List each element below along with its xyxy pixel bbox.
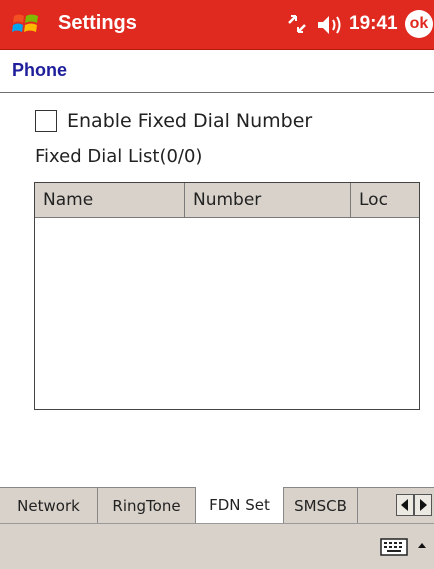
ok-button[interactable]: ok — [405, 10, 433, 38]
tab-smscb[interactable]: SMSCB — [284, 488, 358, 524]
tab-strip: Network RingTone FDN Set SMSCB — [0, 487, 434, 524]
column-header-loc[interactable]: Loc — [351, 183, 419, 217]
triangle-right-icon — [420, 499, 427, 511]
tab-scroll-left-button[interactable] — [396, 494, 414, 516]
section-title: Phone — [12, 60, 68, 80]
keyboard-icon[interactable] — [380, 538, 408, 556]
speaker-icon[interactable] — [316, 14, 344, 36]
fixed-dial-list-caption: Fixed Dial List(0/0) — [35, 146, 203, 167]
tab-scroll-right-button[interactable] — [414, 494, 432, 516]
listview-header: Name Number Loc — [35, 183, 419, 218]
title-bar: Settings 19:41 ok — [0, 0, 434, 50]
section-divider — [0, 92, 434, 93]
clock[interactable]: 19:41 — [349, 13, 398, 35]
tab-ringtone[interactable]: RingTone — [98, 488, 196, 524]
enable-fdn-checkbox[interactable] — [35, 110, 57, 132]
column-header-number[interactable]: Number — [185, 183, 351, 217]
triangle-left-icon — [401, 499, 408, 511]
tab-network[interactable]: Network — [0, 488, 98, 524]
windows-flag-icon[interactable] — [12, 10, 40, 38]
column-header-name[interactable]: Name — [35, 183, 185, 217]
tab-fdn-set[interactable]: FDN Set — [196, 487, 284, 524]
app-title: Settings — [58, 12, 137, 34]
connectivity-icon[interactable] — [287, 13, 307, 35]
chevron-up-icon[interactable] — [416, 538, 428, 554]
enable-fdn-label[interactable]: Enable Fixed Dial Number — [67, 110, 312, 132]
fixed-dial-listview[interactable]: Name Number Loc — [34, 182, 420, 410]
command-bar — [0, 523, 434, 569]
